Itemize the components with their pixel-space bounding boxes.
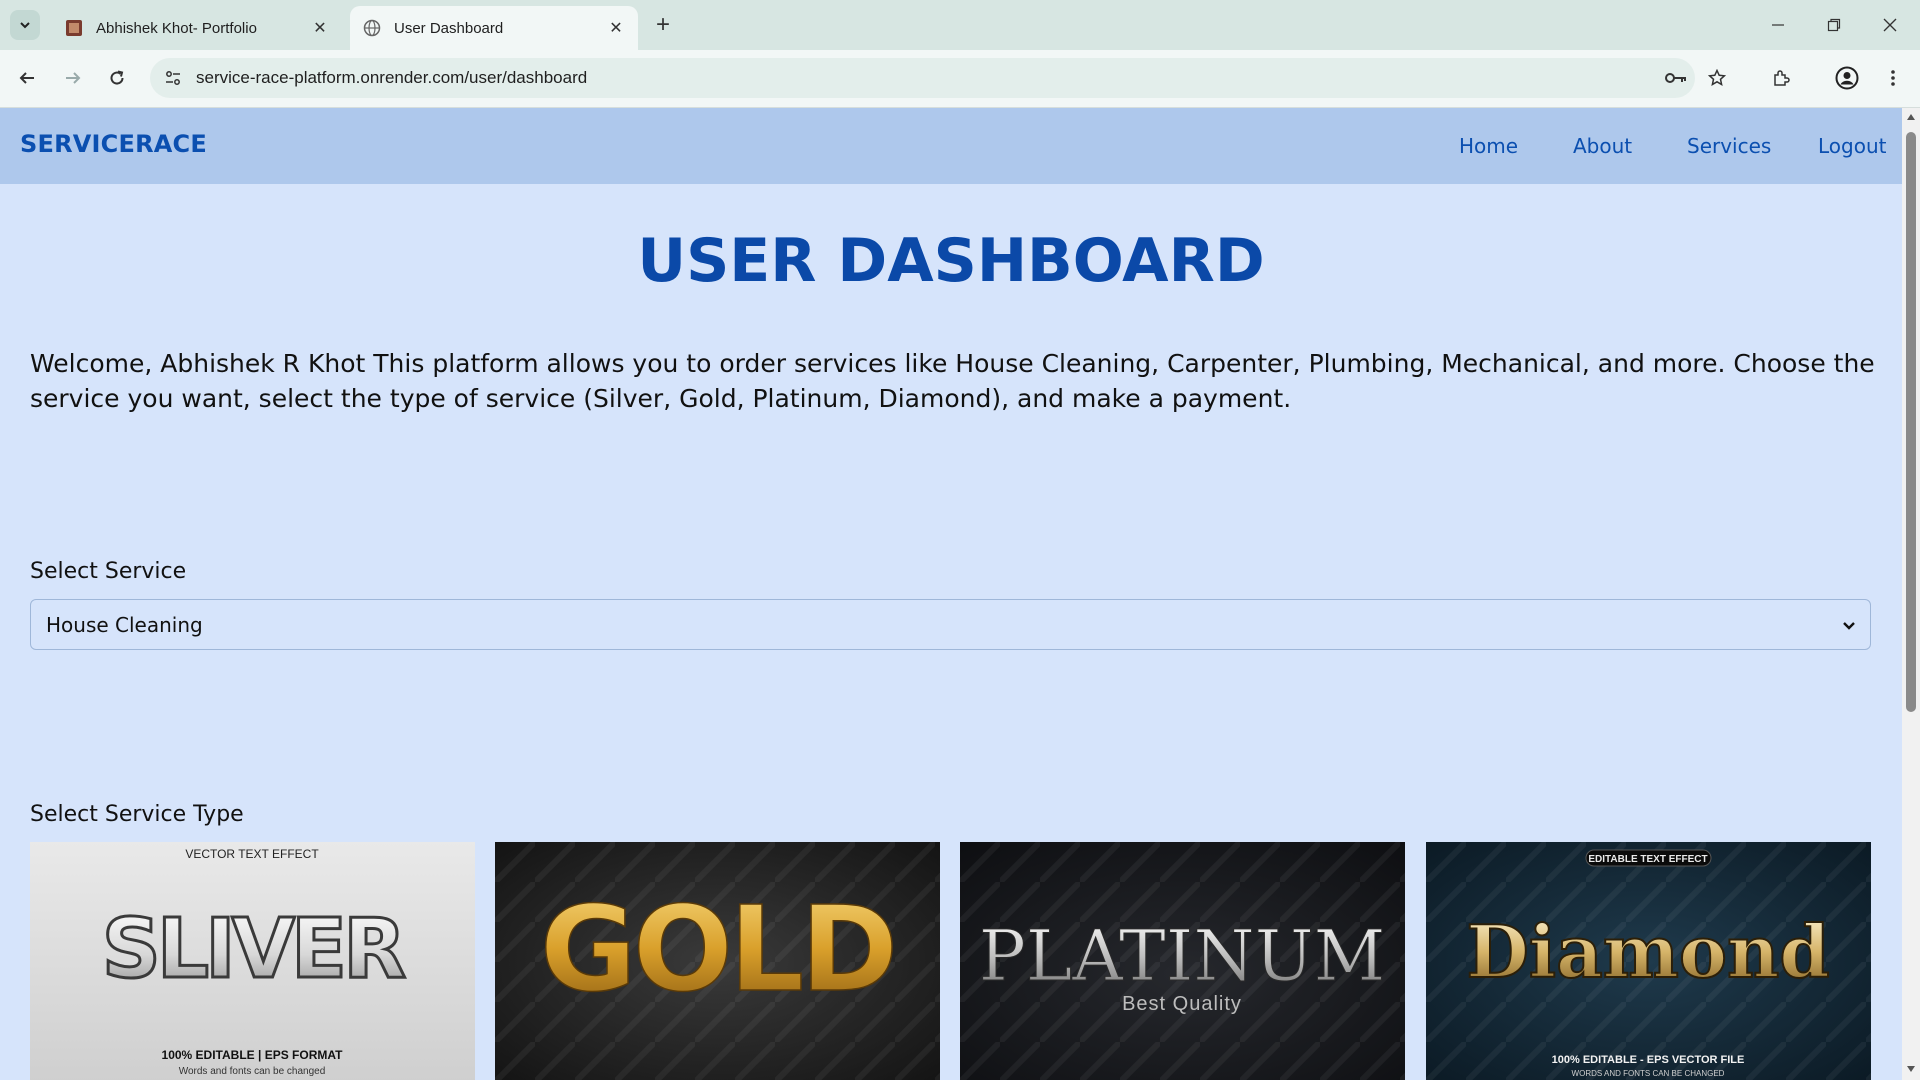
brand-logo[interactable]: SERVICERACE	[20, 130, 207, 158]
tab-title: Abhishek Khot- Portfolio	[96, 19, 257, 37]
nav-services-link[interactable]: Services	[1687, 134, 1771, 158]
chevron-down-icon	[20, 22, 30, 29]
diamond-bottom-sub: WORDS AND FONTS CAN BE CHANGED	[1572, 1069, 1725, 1078]
nav-logout-link[interactable]: Logout	[1818, 134, 1886, 158]
gold-art-text: GOLD	[540, 880, 894, 1018]
site-navbar: SERVICERACE Home About Services Logout	[0, 108, 1902, 184]
silver-art-text: SLIVER	[102, 902, 405, 997]
close-tab-icon[interactable]: ✕	[306, 14, 334, 42]
tab-search-button[interactable]	[10, 10, 40, 40]
silver-bottom-caption: 100% EDITABLE | EPS FORMAT	[162, 1048, 344, 1062]
service-type-gold-card[interactable]: GOLD	[495, 842, 940, 1080]
tab-title: User Dashboard	[394, 19, 504, 37]
site-settings-icon[interactable]	[158, 63, 188, 93]
address-bar[interactable]: service-race-platform.onrender.com/user/…	[150, 58, 1695, 98]
nav-about-link[interactable]: About	[1573, 134, 1632, 158]
scroll-up-arrow-icon[interactable]	[1906, 112, 1916, 122]
scroll-down-arrow-icon[interactable]	[1906, 1064, 1916, 1074]
service-select-value: House Cleaning	[46, 612, 203, 637]
tab-user-dashboard[interactable]: User Dashboard ✕	[350, 6, 638, 50]
page-viewport: SERVICERACE Home About Services Logout U…	[0, 108, 1902, 1080]
reload-icon[interactable]	[100, 61, 134, 95]
service-type-platinum-card[interactable]: PLATINUM Best Quality	[960, 842, 1405, 1080]
browser-menu-icon[interactable]	[1876, 61, 1910, 95]
welcome-text: Welcome, Abhishek R Khot This platform a…	[30, 349, 1875, 413]
scrollbar-thumb[interactable]	[1906, 132, 1916, 712]
platinum-sub-text: Best Quality	[1122, 993, 1242, 1015]
password-key-icon[interactable]	[1659, 61, 1693, 95]
diamond-art-text: Diamond	[1466, 909, 1829, 994]
silver-top-caption: VECTOR TEXT EFFECT	[185, 847, 319, 861]
globe-icon	[362, 18, 382, 38]
browser-tab-bar: Abhishek Khot- Portfolio ✕ User Dashboar…	[0, 0, 1920, 50]
close-tab-icon[interactable]: ✕	[602, 14, 630, 42]
silver-bottom-sub: Words and fonts can be changed	[179, 1066, 326, 1077]
select-service-type-label: Select Service Type	[30, 802, 244, 827]
service-select[interactable]: House Cleaning	[30, 599, 1871, 650]
page-scrollbar[interactable]	[1902, 108, 1920, 1080]
page-title: USER DASHBOARD	[637, 226, 1265, 296]
restore-icon[interactable]	[1806, 0, 1862, 50]
extensions-icon[interactable]	[1764, 61, 1798, 95]
bookmark-star-icon[interactable]	[1700, 61, 1734, 95]
minimize-icon[interactable]	[1750, 0, 1806, 50]
chevron-down-icon	[1843, 622, 1855, 630]
diamond-top-caption: EDITABLE TEXT EFFECT	[1588, 854, 1707, 865]
service-type-diamond-card[interactable]: EDITABLE TEXT EFFECT Diamond 100% EDITAB…	[1426, 842, 1871, 1080]
forward-icon[interactable]	[56, 61, 90, 95]
new-tab-button[interactable]: +	[648, 10, 678, 40]
browser-toolbar: service-race-platform.onrender.com/user/…	[0, 50, 1920, 108]
close-window-icon[interactable]	[1862, 0, 1918, 50]
tab-portfolio[interactable]: Abhishek Khot- Portfolio ✕	[52, 6, 342, 50]
service-type-silver-card[interactable]: VECTOR TEXT EFFECT SLIVER 100% EDITABLE …	[30, 842, 475, 1080]
select-service-label: Select Service	[30, 559, 187, 584]
url-text: service-race-platform.onrender.com/user/…	[196, 68, 588, 87]
platinum-art-text: PLATINUM	[979, 915, 1386, 997]
profile-avatar-icon[interactable]	[1830, 61, 1864, 95]
nav-home-link[interactable]: Home	[1459, 134, 1518, 158]
back-icon[interactable]	[10, 61, 44, 95]
portfolio-favicon-icon	[64, 18, 84, 38]
diamond-bottom-caption: 100% EDITABLE - EPS VECTOR FILE	[1552, 1054, 1745, 1066]
